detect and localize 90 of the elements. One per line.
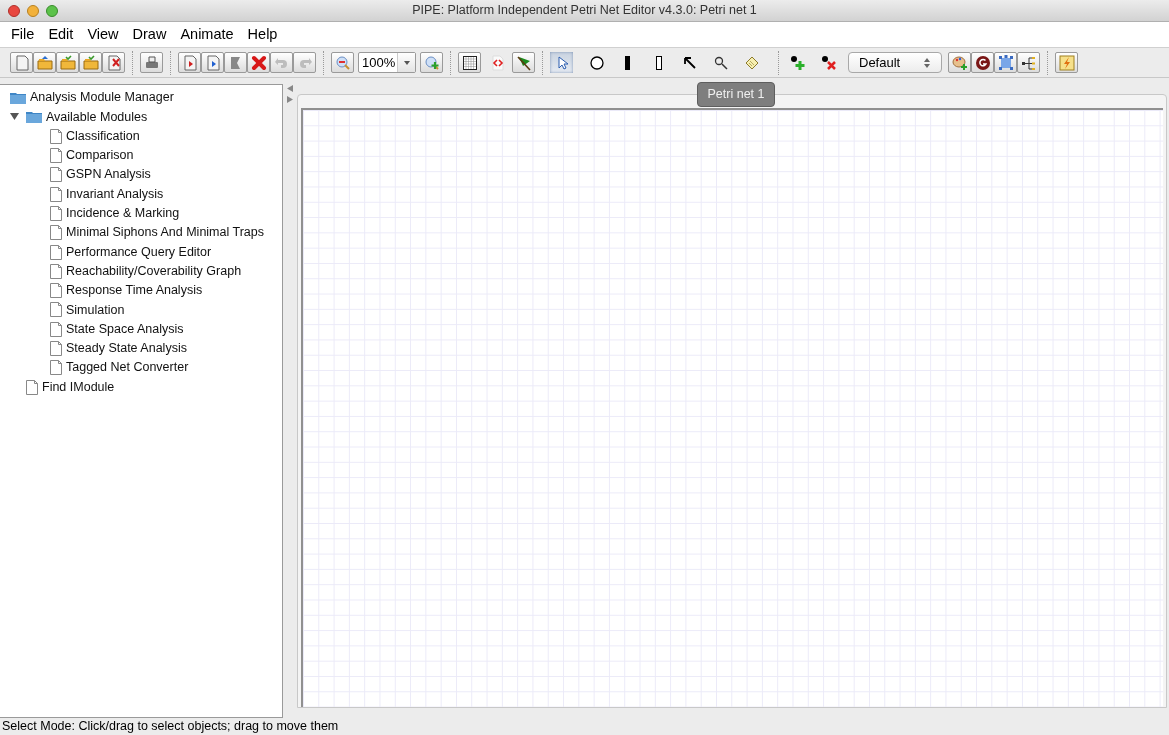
tree-item[interactable]: Reachability/Coverability Graph <box>66 261 242 281</box>
file-icon <box>50 225 62 241</box>
file-icon <box>26 379 38 395</box>
tree-icon <box>1020 54 1037 71</box>
new-button[interactable] <box>10 52 33 73</box>
delete-button[interactable] <box>247 52 270 73</box>
folder-check-icon <box>82 54 99 71</box>
folder-up-icon <box>36 54 53 71</box>
zoom-window-button[interactable] <box>46 5 58 17</box>
grid-icon <box>461 54 478 71</box>
folder-icon <box>26 110 42 124</box>
bolt-button[interactable] <box>1055 52 1078 73</box>
printer-icon <box>143 54 160 71</box>
arrow-icon <box>681 54 698 71</box>
zoom-in-button[interactable] <box>420 52 443 73</box>
collapse-left-icon[interactable] <box>287 85 293 92</box>
file-icon <box>50 186 62 202</box>
zoom-in-icon <box>423 54 440 71</box>
menu-item[interactable]: Edit <box>43 23 79 46</box>
minimize-window-button[interactable] <box>27 5 39 17</box>
window-title: PIPE: Platform Independent Petri Net Editor v4.3.0: Petri net 1 <box>412 2 757 20</box>
status-text: Select Mode: Click/drag to select objects; drag to move them <box>1 718 339 735</box>
close-button[interactable] <box>102 52 125 73</box>
tree-item[interactable]: Analysis Module Manager <box>30 88 174 107</box>
flag-icon <box>515 54 532 71</box>
token-class-select[interactable]: Default <box>848 52 942 73</box>
tree-item[interactable]: Response Time Analysis <box>66 281 203 300</box>
page-x-icon <box>105 54 122 71</box>
menu-item[interactable]: Help <box>242 23 283 46</box>
document-tab[interactable]: Petri net 1 <box>696 82 776 107</box>
collapse-right-icon[interactable] <box>287 96 293 103</box>
zoom-out-button[interactable] <box>331 52 354 73</box>
print-button[interactable] <box>140 52 163 73</box>
g-button[interactable] <box>971 52 994 73</box>
menu-item[interactable]: View <box>82 23 124 46</box>
tree-item[interactable]: Available Modules <box>46 107 148 127</box>
file-icon <box>50 263 62 279</box>
tree-item[interactable]: Find IModule <box>42 377 115 397</box>
updown-icon <box>923 56 931 69</box>
node-square-icon <box>997 54 1014 71</box>
file-icon <box>50 283 62 299</box>
open-button[interactable] <box>56 52 79 73</box>
tree-item[interactable]: Steady State Analysis <box>66 339 187 358</box>
tree-item[interactable]: State Space Analysis <box>66 319 184 339</box>
circle-icon <box>588 54 605 71</box>
magnifier-icon <box>712 54 729 71</box>
tree-item[interactable]: Performance Query Editor <box>66 242 212 262</box>
delete-icon <box>250 54 267 71</box>
zoom-dropdown[interactable]: 100% <box>358 52 416 73</box>
undo-button[interactable] <box>270 52 293 73</box>
file-icon <box>50 321 62 337</box>
zoom-out-icon <box>334 54 351 71</box>
caret-icon <box>402 58 411 67</box>
file-icon <box>50 148 62 164</box>
close-window-button[interactable] <box>8 5 20 17</box>
tree-item[interactable]: Incidence & Marking <box>66 204 180 223</box>
tree-item[interactable]: Comparison <box>66 146 134 165</box>
palette-icon <box>951 54 968 71</box>
tree-item[interactable]: Tagged Net Converter <box>66 358 189 378</box>
g-circle-icon <box>974 54 991 71</box>
note-icon <box>743 54 760 71</box>
dot-x-icon <box>820 54 837 71</box>
menu-item[interactable]: Draw <box>127 23 172 46</box>
tree-item[interactable]: GSPN Analysis <box>66 165 151 185</box>
tree-item[interactable]: Invariant Analysis <box>66 184 164 204</box>
dot-plus-icon <box>789 54 806 71</box>
menu-item[interactable]: Animate <box>175 23 239 46</box>
tree-item[interactable]: Simulation <box>66 300 125 320</box>
file-icon <box>50 167 62 183</box>
animate-button[interactable] <box>512 52 535 73</box>
page-arrow-icon <box>204 54 221 71</box>
file-icon <box>50 205 62 221</box>
open-button[interactable] <box>33 52 56 73</box>
file-icon <box>50 244 62 260</box>
file-icon <box>50 302 62 318</box>
menu-item[interactable]: File <box>6 23 40 46</box>
bolt-icon <box>1058 54 1075 71</box>
tree-item[interactable]: Classification <box>66 126 140 146</box>
file-icon <box>50 341 62 356</box>
redo-button[interactable] <box>293 52 316 73</box>
file-icon <box>50 128 62 144</box>
tree-item[interactable]: Minimal Siphons And Minimal Traps <box>66 223 264 243</box>
page-arrow-icon <box>181 54 198 71</box>
save-button[interactable] <box>79 52 102 73</box>
blank-page-icon <box>13 54 30 71</box>
tree-button[interactable] <box>1017 52 1040 73</box>
folder-check-icon <box>59 54 76 71</box>
folder-icon <box>10 91 26 105</box>
file-icon <box>50 360 62 376</box>
grid-button[interactable] <box>458 52 481 73</box>
